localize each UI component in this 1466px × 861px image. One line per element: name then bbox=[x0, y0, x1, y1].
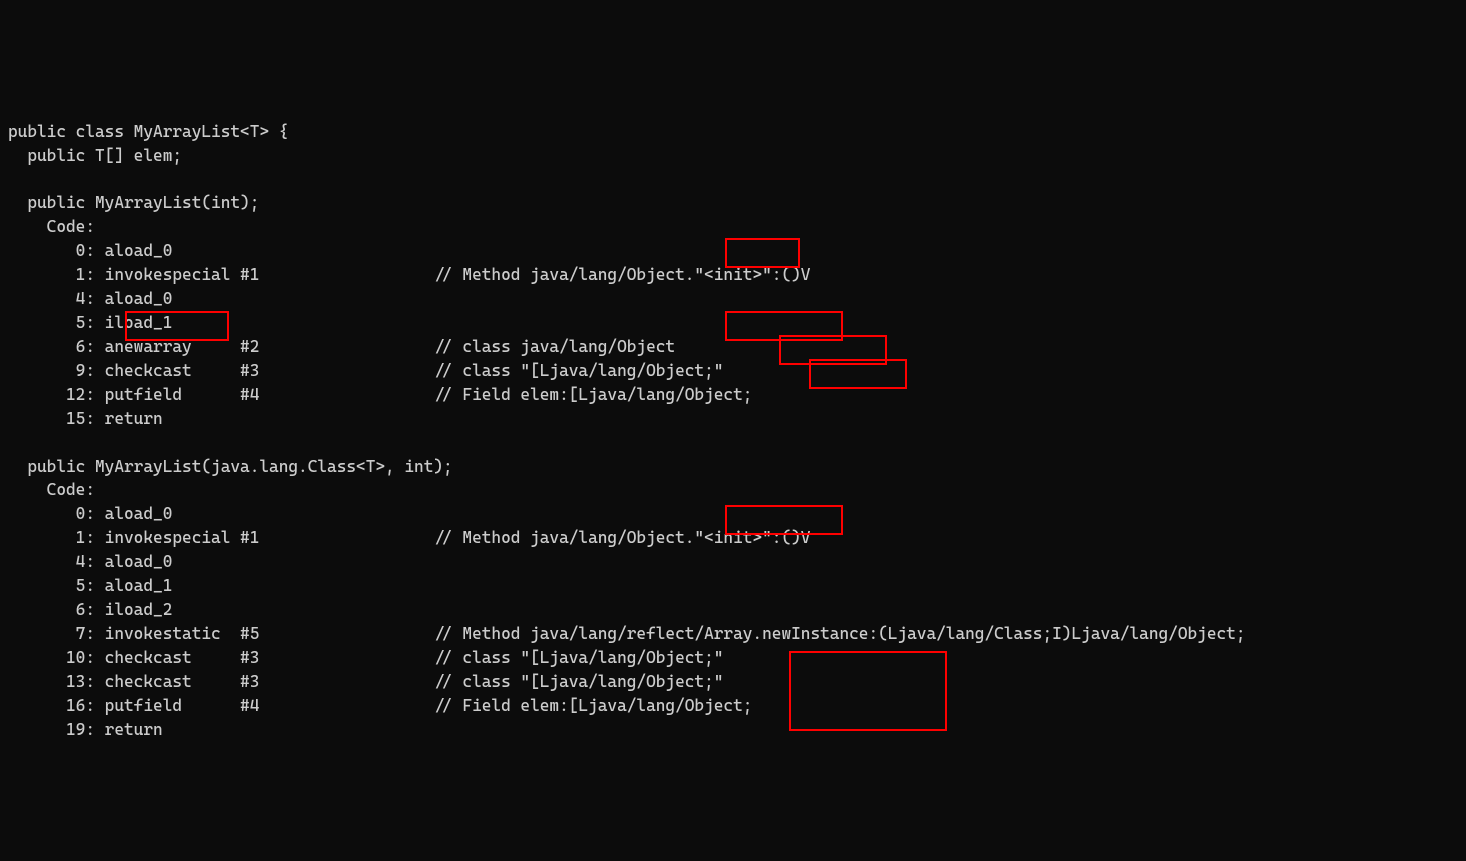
code-line: public MyArrayList(java.lang.Class<T>, i… bbox=[8, 457, 453, 476]
highlight-box bbox=[725, 238, 800, 268]
code-line: 4: aload_0 bbox=[8, 552, 172, 571]
code-line: 4: aload_0 bbox=[8, 289, 172, 308]
code-line: 0: aload_0 bbox=[8, 504, 172, 523]
code-line: public class MyArrayList<T> { bbox=[8, 122, 288, 141]
bytecode-listing: public class MyArrayList<T> { public T[]… bbox=[0, 96, 1466, 742]
code-line: 12: putfield #4 // Field elem:[Ljava/lan… bbox=[8, 385, 752, 404]
code-line: 6: iload_2 bbox=[8, 600, 172, 619]
code-line: 16: putfield #4 // Field elem:[Ljava/lan… bbox=[8, 696, 752, 715]
code-line: 15: return bbox=[8, 409, 163, 428]
code-line: 13: checkcast #3 // class "[Ljava/lang/O… bbox=[8, 672, 723, 691]
code-line: Code: bbox=[8, 480, 95, 499]
code-line: 0: aload_0 bbox=[8, 241, 172, 260]
highlight-box bbox=[809, 359, 907, 389]
code-line: Code: bbox=[8, 217, 95, 236]
code-line: 5: aload_1 bbox=[8, 576, 172, 595]
highlight-box bbox=[125, 311, 229, 341]
code-line: 10: checkcast #3 // class "[Ljava/lang/O… bbox=[8, 648, 723, 667]
code-line: public MyArrayList(int); bbox=[8, 193, 259, 212]
code-line: 6: anewarray #2 // class java/lang/Objec… bbox=[8, 337, 675, 356]
highlight-box bbox=[725, 505, 843, 535]
code-line: 1: invokespecial #1 // Method java/lang/… bbox=[8, 265, 810, 284]
code-line: 19: return bbox=[8, 720, 163, 739]
code-line: 7: invokestatic #5 // Method java/lang/r… bbox=[8, 624, 1246, 643]
highlight-box bbox=[789, 651, 947, 731]
code-line: public T[] elem; bbox=[8, 146, 182, 165]
code-line: 1: invokespecial #1 // Method java/lang/… bbox=[8, 528, 810, 547]
code-line: 9: checkcast #3 // class "[Ljava/lang/Ob… bbox=[8, 361, 723, 380]
